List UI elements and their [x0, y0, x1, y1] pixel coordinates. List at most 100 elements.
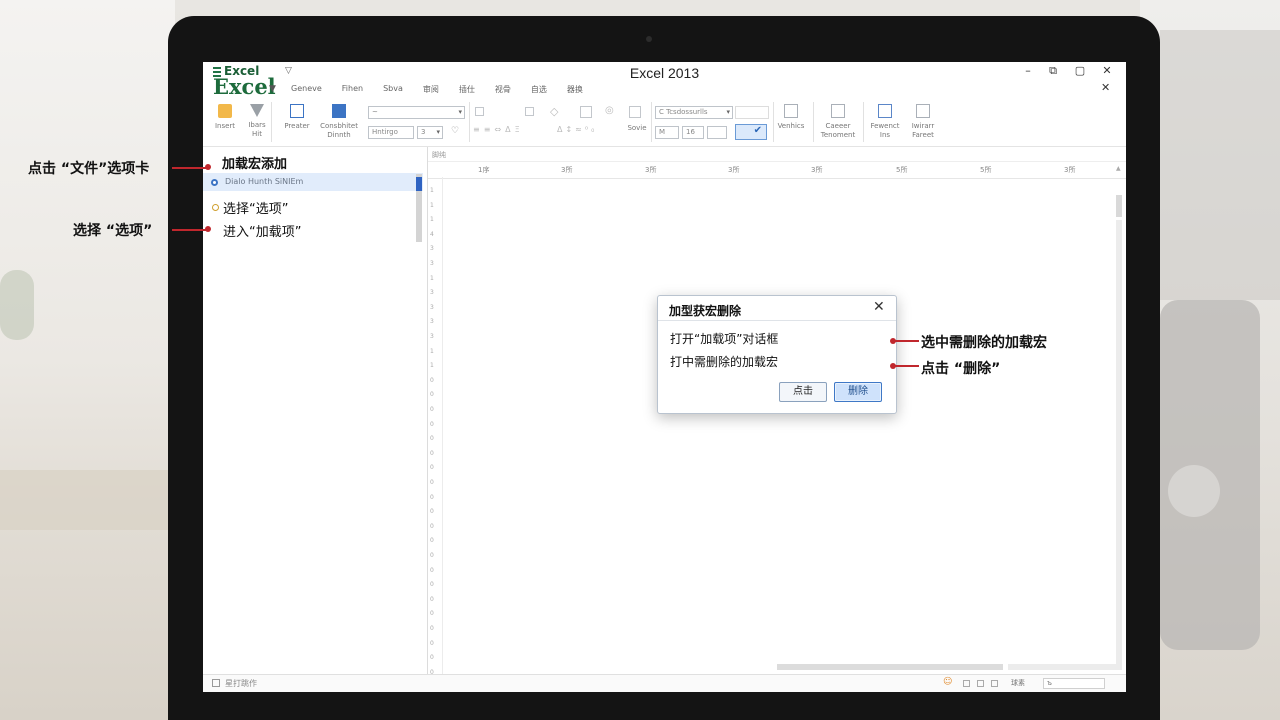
row-number[interactable]: 3 — [430, 333, 434, 340]
minimize-button[interactable]: – — [1021, 64, 1035, 77]
ribbon-career-button[interactable]: Caeeer Tenoment — [818, 104, 858, 140]
row-number[interactable]: 0 — [430, 435, 434, 442]
diamond-icon[interactable]: ◇ — [550, 105, 558, 118]
horizontal-scrollbar-track[interactable] — [1008, 664, 1116, 670]
page-break-icon[interactable] — [991, 680, 998, 687]
vertical-scrollbar-track[interactable] — [1116, 220, 1122, 670]
font-name-dropdown[interactable]: ~ ▾ — [368, 106, 465, 119]
click-button[interactable]: 点击 — [779, 382, 827, 402]
border-icon[interactable] — [580, 106, 592, 118]
column-header[interactable]: 3所 — [645, 165, 656, 175]
row-number[interactable]: 0 — [430, 581, 434, 588]
file-menu-caret-icon[interactable]: ▼ — [269, 84, 276, 94]
menu-item[interactable]: Sbva — [383, 84, 403, 98]
restore-button[interactable]: ⧉ — [1046, 64, 1060, 78]
scroll-up-icon[interactable]: ▲ — [1116, 165, 1121, 172]
row-number[interactable]: 0 — [430, 377, 434, 384]
pane-item-add-ins[interactable]: 进入“加载项” — [223, 221, 301, 240]
column-header[interactable]: 3所 — [728, 165, 739, 175]
row-number[interactable]: 0 — [430, 654, 434, 661]
row-number[interactable]: 0 — [430, 391, 434, 398]
pane-scrollbar-thumb[interactable] — [416, 177, 422, 191]
circle-icon[interactable]: ◎ — [605, 105, 614, 116]
row-number[interactable]: 3 — [430, 318, 434, 325]
column-header[interactable]: 5所 — [980, 165, 991, 175]
row-number[interactable]: 0 — [430, 610, 434, 617]
menu-item[interactable]: Fihen — [342, 84, 363, 98]
row-number[interactable]: 1 — [430, 348, 434, 355]
row-number[interactable]: 3 — [430, 260, 434, 267]
row-number[interactable]: 0 — [430, 567, 434, 574]
page-layout-icon[interactable] — [977, 680, 984, 687]
menu-item[interactable]: Geneve — [291, 84, 322, 98]
row-number[interactable]: 0 — [430, 596, 434, 603]
row-number[interactable]: 0 — [430, 523, 434, 530]
row-number[interactable]: 0 — [430, 494, 434, 501]
column-header[interactable]: 3所 — [1064, 165, 1075, 175]
column-header[interactable]: 3所 — [811, 165, 822, 175]
menu-item[interactable]: 视骨 — [495, 84, 511, 98]
row-number[interactable]: 0 — [430, 479, 434, 486]
number-box-2[interactable]: 16 — [682, 126, 704, 139]
number-box-3[interactable] — [707, 126, 727, 139]
menu-item[interactable]: 自选 — [531, 84, 547, 98]
row-number[interactable]: 0 — [430, 552, 434, 559]
pane-item-options[interactable]: 选择“选项” — [223, 198, 288, 217]
radio-option-icon[interactable] — [212, 204, 219, 211]
size-number-dropdown[interactable]: 3 ▾ — [417, 126, 443, 139]
column-header[interactable]: 1序 — [478, 165, 489, 175]
column-header[interactable]: 3所 — [561, 165, 572, 175]
menu-item[interactable]: 审阅 — [423, 84, 439, 98]
ribbon-versions-button[interactable]: Venhics — [771, 104, 811, 131]
row-number[interactable]: 3 — [430, 245, 434, 252]
macro-record-icon[interactable] — [212, 679, 220, 687]
merge-icon[interactable] — [525, 107, 534, 116]
menu-item[interactable]: 器换 — [567, 84, 583, 98]
smiley-icon[interactable]: ☺ — [943, 677, 952, 687]
horizontal-scrollbar-thumb[interactable] — [777, 664, 1003, 670]
delete-button[interactable]: 删除 — [834, 382, 882, 402]
zoom-slider[interactable]: ъ — [1043, 678, 1105, 689]
shield-icon[interactable]: ♡ — [451, 126, 459, 136]
row-number[interactable]: 0 — [430, 450, 434, 457]
number-format-icons[interactable]: Δ↕≈⁰₀ — [557, 125, 597, 134]
clipboard-icon[interactable] — [629, 106, 641, 118]
normal-view-icon[interactable] — [963, 680, 970, 687]
dialog-close-icon[interactable]: ✕ — [873, 299, 885, 315]
row-number[interactable]: 1 — [430, 275, 434, 282]
row-number[interactable]: 1 — [430, 216, 434, 223]
row-number[interactable]: 0 — [430, 537, 434, 544]
row-number[interactable]: 0 — [430, 406, 434, 413]
maximize-button[interactable]: ▢ — [1073, 64, 1087, 77]
number-box-1[interactable]: M — [655, 126, 679, 139]
menu-item[interactable]: 插仕 — [459, 84, 475, 98]
radio-selected-icon[interactable] — [211, 179, 218, 186]
row-number[interactable]: 1 — [430, 362, 434, 369]
format-icon[interactable] — [475, 107, 484, 116]
annotation-select-add-in: 选中需删除的加载宏 — [921, 335, 1047, 351]
row-number[interactable]: 0 — [430, 464, 434, 471]
row-number[interactable]: 0 — [430, 508, 434, 515]
close-button[interactable]: ✕ — [1100, 64, 1114, 77]
alignment-icons[interactable]: ≡≡⇔ΔΞ — [473, 125, 524, 134]
ribbon-preview-button[interactable]: Preater — [277, 104, 317, 131]
row-number[interactable]: 0 — [430, 640, 434, 647]
cell-style-dropdown[interactable]: C Tcsdossurlls ▾ — [655, 106, 733, 119]
ribbon-present-button[interactable]: Fewenct Ins — [865, 104, 905, 140]
row-number[interactable]: 3 — [430, 304, 434, 311]
row-number[interactable]: 1 — [430, 202, 434, 209]
row-number[interactable]: 4 — [430, 231, 434, 238]
font-size-dropdown[interactable]: Hntirgo — [368, 126, 414, 139]
cell-style-box[interactable] — [735, 106, 769, 119]
ribbon-consolidate-button[interactable]: Consbhitet Dinnth — [319, 104, 359, 140]
name-box[interactable]: 脚纯 — [432, 150, 446, 160]
ribbon-window-button[interactable]: Iwirarr Fareet — [903, 104, 943, 140]
row-number[interactable]: 0 — [430, 625, 434, 632]
vertical-scrollbar-thumb[interactable] — [1116, 195, 1122, 217]
close-document-button[interactable]: ✕ — [1101, 81, 1110, 94]
row-number[interactable]: 0 — [430, 421, 434, 428]
row-number[interactable]: 3 — [430, 289, 434, 296]
apply-style-button[interactable]: ✔ — [735, 124, 767, 140]
column-header[interactable]: 5所 — [896, 165, 907, 175]
row-number[interactable]: 1 — [430, 187, 434, 194]
